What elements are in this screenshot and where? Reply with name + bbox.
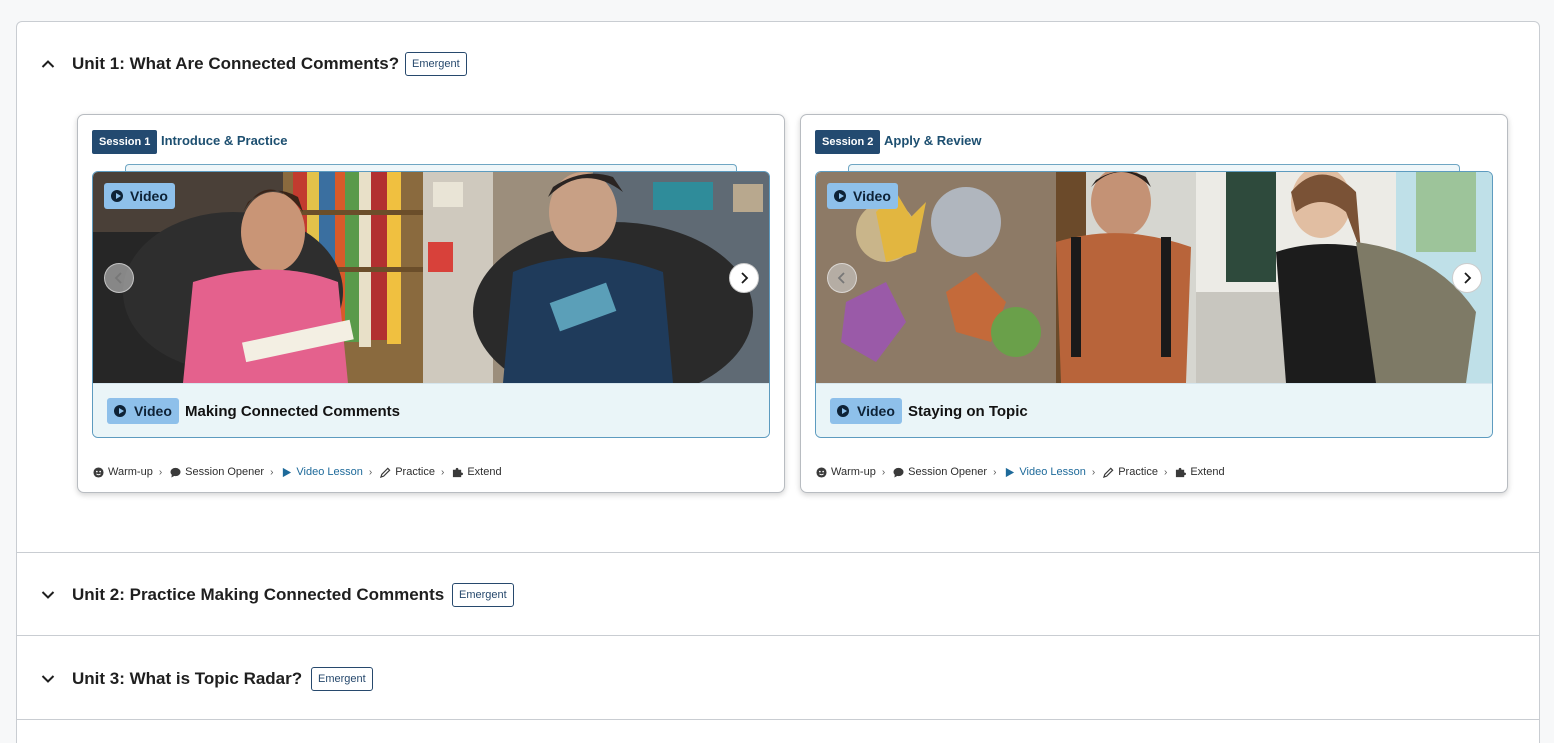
speech-bubble-icon	[893, 467, 904, 478]
session-1-tag: Session 1	[92, 130, 158, 154]
unit-divider	[17, 635, 1539, 636]
session-1-video-title[interactable]: Making Connected Comments	[185, 403, 400, 420]
session-2-media-card[interactable]: Video Video Staying on Topic	[815, 171, 1493, 438]
carousel-prev-button[interactable]	[827, 263, 857, 293]
chevron-down-icon[interactable]	[39, 586, 57, 604]
step-session-opener[interactable]: Session Opener	[170, 466, 264, 478]
session-2-tag: Session 2	[815, 130, 881, 154]
thumb-video-label: Video	[853, 188, 891, 204]
session-1-card: Session 1 Introduce & Practice Video Vid…	[77, 114, 785, 493]
session-1-steps: Warm-up › Session Opener › Video Lesson …	[93, 464, 502, 480]
thumb-video-label: Video	[130, 188, 168, 204]
step-label: Session Opener	[185, 466, 265, 478]
chevron-right-icon: ›	[1163, 466, 1168, 478]
chevron-up-icon[interactable]	[39, 55, 57, 73]
session-2-thumbnail[interactable]: Video	[816, 172, 1492, 383]
session-1-thumbnail[interactable]: Video	[93, 172, 769, 383]
chevron-right-icon	[1464, 272, 1472, 284]
units-accordion: Unit 1: What Are Connected Comments? Eme…	[16, 21, 1540, 743]
session-1-name[interactable]: Introduce & Practice	[161, 133, 287, 148]
puzzle-icon	[453, 467, 464, 477]
session-2-card: Session 2 Apply & Review Video Video Sta…	[800, 114, 1508, 493]
step-label: Extend	[467, 466, 502, 478]
caption-video-label: Video	[134, 403, 172, 419]
step-video-lesson[interactable]: Video Lesson	[1004, 466, 1086, 478]
step-label: Practice	[1118, 466, 1158, 478]
unit-divider	[17, 719, 1539, 720]
chevron-right-icon: ›	[270, 466, 274, 478]
unit-3-badge: Emergent	[311, 667, 373, 691]
speech-bubble-icon	[170, 467, 181, 478]
step-label: Warm-up	[108, 466, 153, 478]
play-circle-icon	[837, 405, 849, 417]
unit-3-title[interactable]: Unit 3: What is Topic Radar?	[72, 669, 302, 689]
session-2-name[interactable]: Apply & Review	[884, 133, 982, 148]
step-practice[interactable]: Practice	[1103, 466, 1158, 478]
play-circle-icon	[111, 190, 123, 202]
unit-1-badge: Emergent	[405, 52, 467, 76]
chevron-right-icon: ›	[158, 466, 163, 478]
thumb-video-pill: Video	[104, 183, 175, 209]
play-icon	[1006, 467, 1015, 477]
play-circle-icon	[114, 405, 126, 417]
unit-1-title[interactable]: Unit 1: What Are Connected Comments?	[72, 54, 399, 74]
step-warm-up[interactable]: Warm-up	[93, 466, 153, 478]
puzzle-icon	[1176, 467, 1187, 477]
play-icon	[283, 467, 292, 477]
step-extend[interactable]: Extend	[1175, 466, 1225, 478]
thumb-video-pill: Video	[827, 183, 898, 209]
step-video-lesson[interactable]: Video Lesson	[281, 466, 363, 478]
step-label: Practice	[395, 466, 435, 478]
session-2-video-title[interactable]: Staying on Topic	[908, 403, 1028, 420]
step-session-opener[interactable]: Session Opener	[893, 466, 987, 478]
step-practice[interactable]: Practice	[380, 466, 435, 478]
pencil-icon	[1103, 467, 1114, 478]
carousel-next-button[interactable]	[1452, 263, 1482, 293]
step-label: Video Lesson	[296, 466, 363, 478]
chevron-left-icon	[837, 272, 845, 284]
session-1-media-card[interactable]: Video Video Making Connected Comments	[92, 171, 770, 438]
pencil-icon	[380, 467, 391, 478]
session-2-caption[interactable]: Video Staying on Topic	[816, 383, 1492, 437]
unit-1-header[interactable]: Unit 1: What Are Connected Comments? Eme…	[17, 49, 1539, 79]
step-warm-up[interactable]: Warm-up	[816, 466, 876, 478]
chevron-right-icon: ›	[440, 466, 445, 478]
chevron-right-icon: ›	[1091, 466, 1096, 478]
step-label: Warm-up	[831, 466, 876, 478]
session-1-caption[interactable]: Video Making Connected Comments	[93, 383, 769, 437]
caption-video-pill: Video	[830, 398, 902, 424]
carousel-prev-button[interactable]	[104, 263, 134, 293]
chevron-right-icon	[741, 272, 749, 284]
unit-divider	[17, 552, 1539, 553]
session-2-steps: Warm-up › Session Opener › Video Lesson …	[816, 464, 1225, 480]
caption-video-pill: Video	[107, 398, 179, 424]
chevron-right-icon: ›	[368, 466, 373, 478]
carousel-next-button[interactable]	[729, 263, 759, 293]
step-extend[interactable]: Extend	[452, 466, 502, 478]
step-label: Extend	[1190, 466, 1225, 478]
chevron-right-icon: ›	[881, 466, 886, 478]
play-circle-icon	[834, 190, 846, 202]
chevron-down-icon[interactable]	[39, 670, 57, 688]
chevron-right-icon: ›	[993, 466, 997, 478]
step-label: Video Lesson	[1019, 466, 1086, 478]
unit-2-badge: Emergent	[452, 583, 514, 607]
unit-3-header[interactable]: Unit 3: What is Topic Radar? Emergent	[17, 664, 1539, 694]
smiley-icon	[93, 466, 104, 478]
chevron-left-icon	[114, 272, 122, 284]
unit-2-title[interactable]: Unit 2: Practice Making Connected Commen…	[72, 585, 444, 605]
step-label: Session Opener	[908, 466, 988, 478]
smiley-icon	[816, 466, 827, 478]
caption-video-label: Video	[857, 403, 895, 419]
unit-2-header[interactable]: Unit 2: Practice Making Connected Commen…	[17, 580, 1539, 610]
